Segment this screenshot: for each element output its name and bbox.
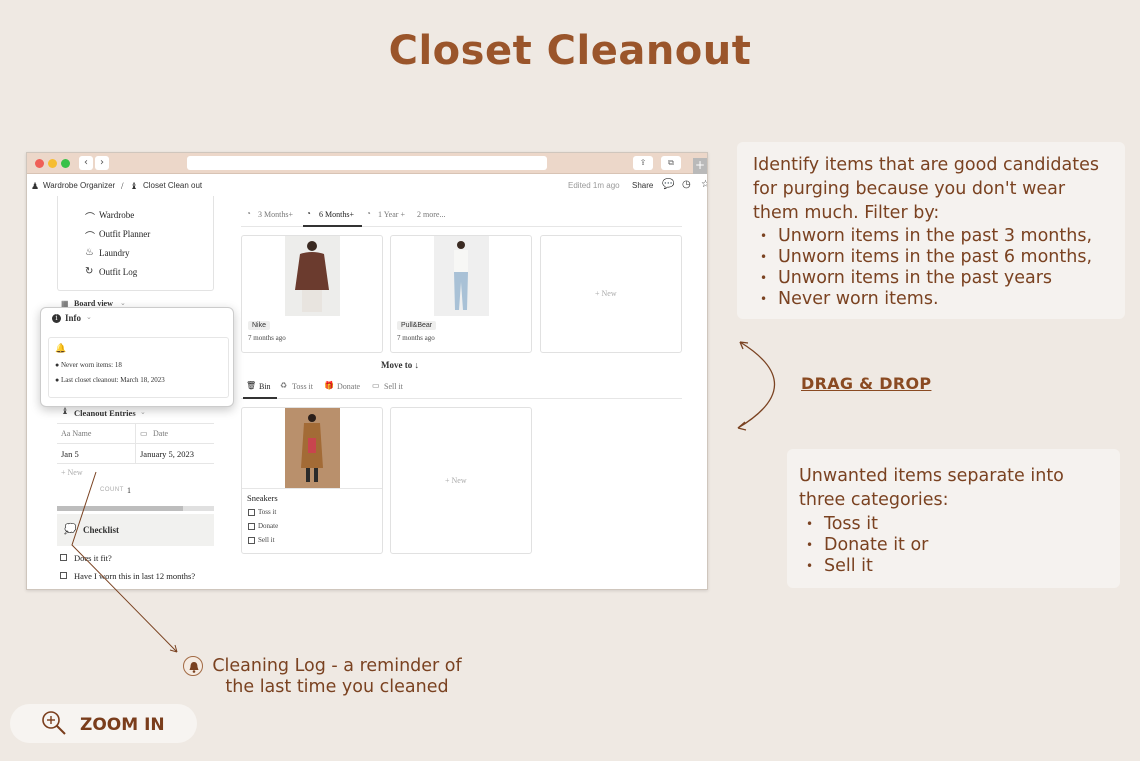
cleaning-log-caption: Cleaning Log - a reminder of the last ti… (212, 656, 462, 697)
zoom-in-icon[interactable] (40, 709, 68, 737)
list-item: Never worn items. (752, 289, 1092, 310)
list-item: Sell it (798, 556, 928, 577)
list-item: Unworn items in the past 6 months, (752, 247, 1092, 268)
filter-info-panel: Identify items that are good candidates … (737, 142, 1125, 319)
list-item: Unworn items in the past years (752, 268, 1092, 289)
categories-panel: Unwanted items separate into three categ… (787, 449, 1120, 588)
filter-info-text: Identify items that are good candidates … (753, 155, 1099, 223)
zoom-in-label[interactable]: ZOOM IN (80, 715, 165, 735)
list-item: Toss it (798, 514, 928, 535)
categories-text: Unwanted items separate into three categ… (799, 466, 1064, 510)
list-item: Donate it or (798, 535, 928, 556)
annotation-arrows (71, 341, 776, 653)
categories-bullets: Toss it Donate it or Sell it (798, 514, 928, 577)
list-item: Unworn items in the past 3 months, (752, 226, 1092, 247)
bell-icon (183, 656, 203, 676)
drag-drop-label: DRAG & DROP (801, 374, 932, 393)
filter-bullets: Unworn items in the past 3 months, Unwor… (752, 226, 1092, 310)
